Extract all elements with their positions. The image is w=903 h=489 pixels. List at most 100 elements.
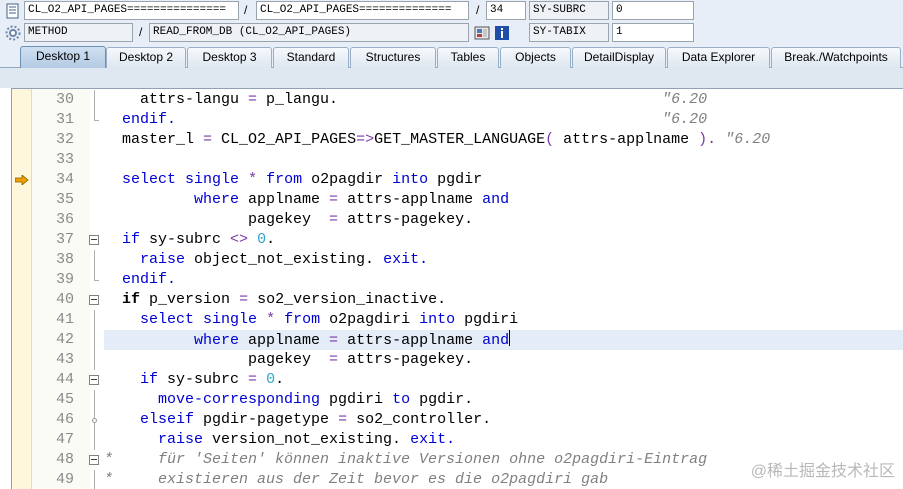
fold-branch-marker xyxy=(92,418,97,423)
code-line[interactable]: 46 elseif pgdir-pagetype = so2_controlle… xyxy=(12,410,903,430)
separator-slash: / xyxy=(139,25,143,39)
current-statement-arrow-icon xyxy=(15,175,29,185)
collapse-icon[interactable] xyxy=(89,375,99,385)
line-number: 37 xyxy=(55,231,74,248)
code-text: endif. xyxy=(122,271,177,288)
code-line[interactable]: 39 endif. xyxy=(12,270,903,290)
code-line[interactable]: 32 master_l = CL_O2_API_PAGES=>GET_MASTE… xyxy=(12,130,903,150)
code-text: pagekey = attrs-pagekey. xyxy=(104,211,474,228)
code-text: endif. "6.20 xyxy=(122,111,708,128)
source-code-editor[interactable]: 30 attrs-langu = p_langu. "6.20 31 endif… xyxy=(11,88,903,489)
code-text: master_l = CL_O2_API_PAGES=>GET_MASTER_L… xyxy=(104,131,771,148)
text-cursor xyxy=(509,330,511,346)
code-text: move-corresponding pgdiri to pgdir. xyxy=(158,391,474,408)
code-comment: * für 'Seiten' können inaktive Versionen… xyxy=(104,451,708,468)
tab-structures[interactable]: Structures xyxy=(350,47,436,68)
line-number: 33 xyxy=(55,151,74,168)
code-line[interactable]: 45 move-corresponding pgdiri to pgdir. xyxy=(12,390,903,410)
line-number: 46 xyxy=(55,411,74,428)
code-line-cursor[interactable]: 42 where applname = attrs-applname and xyxy=(12,330,903,350)
tab-detaildisplay[interactable]: DetailDisplay xyxy=(572,47,666,68)
code-line[interactable]: 38 raise object_not_existing. exit. xyxy=(12,250,903,270)
line-number: 35 xyxy=(55,191,74,208)
sysvar2-value-field[interactable]: 1 xyxy=(612,23,694,42)
code-line[interactable]: 31 endif. "6.20 xyxy=(12,110,903,130)
code-line[interactable]: 44 if sy-subrc = 0. xyxy=(12,370,903,390)
code-text: where applname = attrs-applname and xyxy=(194,330,511,349)
fold-guide xyxy=(94,330,95,350)
code-line[interactable]: 40 if p_version = so2_version_inactive. xyxy=(12,290,903,310)
line-number: 38 xyxy=(55,251,74,268)
code-line[interactable]: 33 xyxy=(12,150,903,170)
line-number: 47 xyxy=(55,431,74,448)
code-text: elseif pgdir-pagetype = so2_controller. xyxy=(140,411,492,428)
watermark-text: @稀土掘金技术社区 xyxy=(750,463,895,480)
code-line[interactable]: 35 where applname = attrs-applname and xyxy=(12,190,903,210)
code-line[interactable]: 30 attrs-langu = p_langu. "6.20 xyxy=(12,90,903,110)
event-name-field[interactable]: READ_FROM_DB (CL_O2_API_PAGES) xyxy=(149,23,469,42)
fold-guide-end xyxy=(94,280,99,281)
tab-objects[interactable]: Objects xyxy=(500,47,571,68)
info-icon[interactable] xyxy=(494,25,510,41)
line-number: 41 xyxy=(55,311,74,328)
line-number: 32 xyxy=(55,131,74,148)
collapse-icon[interactable] xyxy=(89,455,99,465)
line-number: 36 xyxy=(55,211,74,228)
line-number: 31 xyxy=(55,111,74,128)
line-number: 49 xyxy=(55,471,74,488)
code-text: if sy-subrc <> 0. xyxy=(122,231,276,248)
collapse-icon[interactable] xyxy=(89,235,99,245)
collapse-icon[interactable] xyxy=(89,295,99,305)
tab-desktop-3[interactable]: Desktop 3 xyxy=(187,47,272,68)
code-text: where applname = attrs-applname and xyxy=(194,191,510,208)
code-line[interactable]: 37 if sy-subrc <> 0. xyxy=(12,230,903,250)
line-number: 34 xyxy=(55,171,74,188)
code-line[interactable]: 36 pagekey = attrs-pagekey. xyxy=(12,210,903,230)
method-icon xyxy=(5,25,21,41)
tab-break-watchpoints[interactable]: Break./Watchpoints xyxy=(771,47,901,68)
event-type-field[interactable]: METHOD xyxy=(24,23,133,42)
fold-guide xyxy=(94,110,95,120)
fold-guide-end xyxy=(94,120,99,121)
code-text: select single * from o2pagdiri into pgdi… xyxy=(140,311,519,328)
line-number: 44 xyxy=(55,371,74,388)
code-text: if p_version = so2_version_inactive. xyxy=(122,291,447,308)
program-field[interactable]: CL_O2_API_PAGES=============== xyxy=(24,1,239,20)
tab-desktop-1[interactable]: Desktop 1 xyxy=(20,46,106,68)
code-line[interactable]: 47 raise version_not_existing. exit. xyxy=(12,430,903,450)
line-number: 39 xyxy=(55,271,74,288)
tab-data-explorer[interactable]: Data Explorer xyxy=(667,47,770,68)
line-number: 42 xyxy=(55,331,74,348)
sysvar1-value-field[interactable]: 0 xyxy=(612,1,694,20)
code-text: attrs-langu = p_langu. "6.20 xyxy=(104,91,708,108)
tab-tables[interactable]: Tables xyxy=(437,47,499,68)
fold-guide xyxy=(94,470,95,489)
fold-guide xyxy=(94,270,95,280)
code-text: if sy-subrc = 0. xyxy=(140,371,285,388)
code-line-current[interactable]: 34 select single * from o2pagdir into pg… xyxy=(12,170,903,190)
line-number: 48 xyxy=(55,451,74,468)
sysvar2-name-field[interactable]: SY-TABIX xyxy=(529,23,609,42)
program-icon xyxy=(6,3,19,19)
line-number-field[interactable]: 34 xyxy=(486,1,526,20)
code-line[interactable]: 41 select single * from o2pagdiri into p… xyxy=(12,310,903,330)
line-number: 40 xyxy=(55,291,74,308)
header-row-event: METHOD / READ_FROM_DB (CL_O2_API_PAGES) … xyxy=(0,22,903,44)
desktop-tabbar: Desktop 1 Desktop 2 Desktop 3 Standard S… xyxy=(0,44,903,68)
code-text: pagekey = attrs-pagekey. xyxy=(104,351,474,368)
tab-desktop-2[interactable]: Desktop 2 xyxy=(106,47,186,68)
fold-guide xyxy=(94,350,95,370)
tab-standard[interactable]: Standard xyxy=(273,47,349,68)
line-number: 43 xyxy=(55,351,74,368)
line-number: 45 xyxy=(55,391,74,408)
include-field[interactable]: CL_O2_API_PAGES============== xyxy=(256,1,469,20)
display-object-icon[interactable] xyxy=(474,25,490,41)
fold-guide xyxy=(94,430,95,450)
fold-guide xyxy=(94,90,95,110)
code-text: raise object_not_existing. exit. xyxy=(140,251,429,268)
sysvar1-name-field[interactable]: SY-SUBRC xyxy=(529,1,609,20)
code-text: select single * from o2pagdir into pgdir xyxy=(122,171,483,188)
fold-guide xyxy=(94,310,95,330)
code-line[interactable]: 43 pagekey = attrs-pagekey. xyxy=(12,350,903,370)
code-text: raise version_not_existing. exit. xyxy=(158,431,456,448)
